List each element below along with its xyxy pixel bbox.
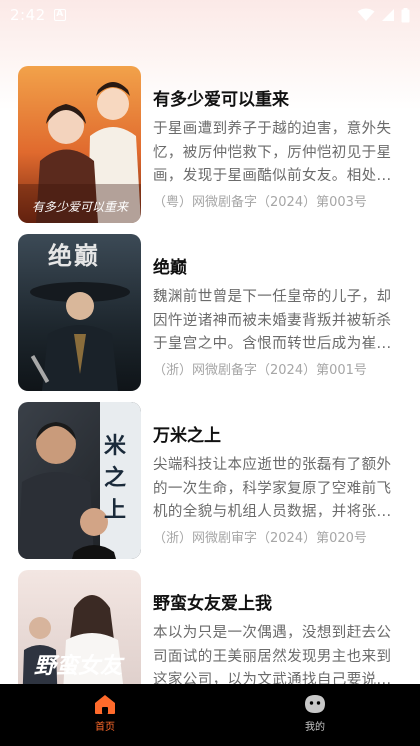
poster-caption: 有多少爱可以重来 xyxy=(32,200,129,214)
status-bar: 2:42 A xyxy=(0,0,420,30)
nav-home-label: 首页 xyxy=(95,722,115,733)
poster-caption: 米之上 xyxy=(104,433,127,523)
list-item[interactable]: 有多少爱可以重来 有多少爱可以重来 于星画遭到养子于越的迫害，意外失忆，被厉仲恺… xyxy=(0,66,420,234)
registration-number: （浙）网微剧备字（2024）第001号 xyxy=(153,363,367,378)
signal-icon xyxy=(382,9,394,21)
nav-mine-label: 我的 xyxy=(305,722,325,733)
drama-description: 本以为只是一次偶遇，没想到赶去公司面试的王美丽居然发现男主也来到这家公司，以为文… xyxy=(153,625,392,688)
drama-title[interactable]: 万米之上 xyxy=(153,421,403,446)
registration-number: （浙）网微剧审字（2024）第020号 xyxy=(153,531,367,546)
drama-poster[interactable]: 米之上 xyxy=(18,402,141,559)
drama-title[interactable]: 绝巅 xyxy=(153,253,403,278)
registration-number: （粤）网微剧备字（2024）第003号 xyxy=(153,195,367,210)
notification-icon: A xyxy=(53,9,66,21)
wifi-icon xyxy=(357,8,375,21)
nav-mine[interactable]: 我的 xyxy=(210,684,420,746)
drama-description: 于星画遭到养子于越的迫害，意外失忆，被厉仲恺救下，厉仲恺初见于星画，发现于星画酷… xyxy=(153,121,392,184)
list-item[interactable]: 绝巅 绝巅 魏渊前世曾是下一任皇帝的儿子，却因忤逆诸神而被未婚妻背叛并被斩杀于皇… xyxy=(0,234,420,402)
list-item[interactable]: 米之上 万米之上 尖端科技让本应逝世的张磊有了额外的一次生命，科学家复原了空难前… xyxy=(0,402,420,570)
bottom-nav: 首页 我的 xyxy=(0,684,420,746)
drama-poster[interactable]: 绝巅 xyxy=(18,234,141,391)
drama-description: 魏渊前世曾是下一任皇帝的儿子，却因忤逆诸神而被未婚妻背叛并被斩杀于皇宫之中。含恨… xyxy=(153,289,392,352)
drama-title[interactable]: 野蛮女友爱上我 xyxy=(153,589,403,614)
profile-face-icon xyxy=(305,695,325,713)
drama-title[interactable]: 有多少爱可以重来 xyxy=(153,85,403,110)
home-icon xyxy=(95,695,115,714)
nav-home[interactable]: 首页 xyxy=(0,684,210,746)
poster-caption: 绝巅 xyxy=(48,241,100,270)
battery-icon xyxy=(401,7,410,22)
drama-description: 尖端科技让本应逝世的张磊有了额外的一次生命，科学家复原了空难前飞机的全貌与机组人… xyxy=(153,457,392,520)
drama-list: 有多少爱可以重来 有多少爱可以重来 于星画遭到养子于越的迫害，意外失忆，被厉仲恺… xyxy=(0,66,420,738)
drama-poster[interactable]: 有多少爱可以重来 xyxy=(18,66,141,223)
poster-caption: 野蛮女友 xyxy=(34,653,123,679)
status-time: 2:42 xyxy=(10,6,46,24)
